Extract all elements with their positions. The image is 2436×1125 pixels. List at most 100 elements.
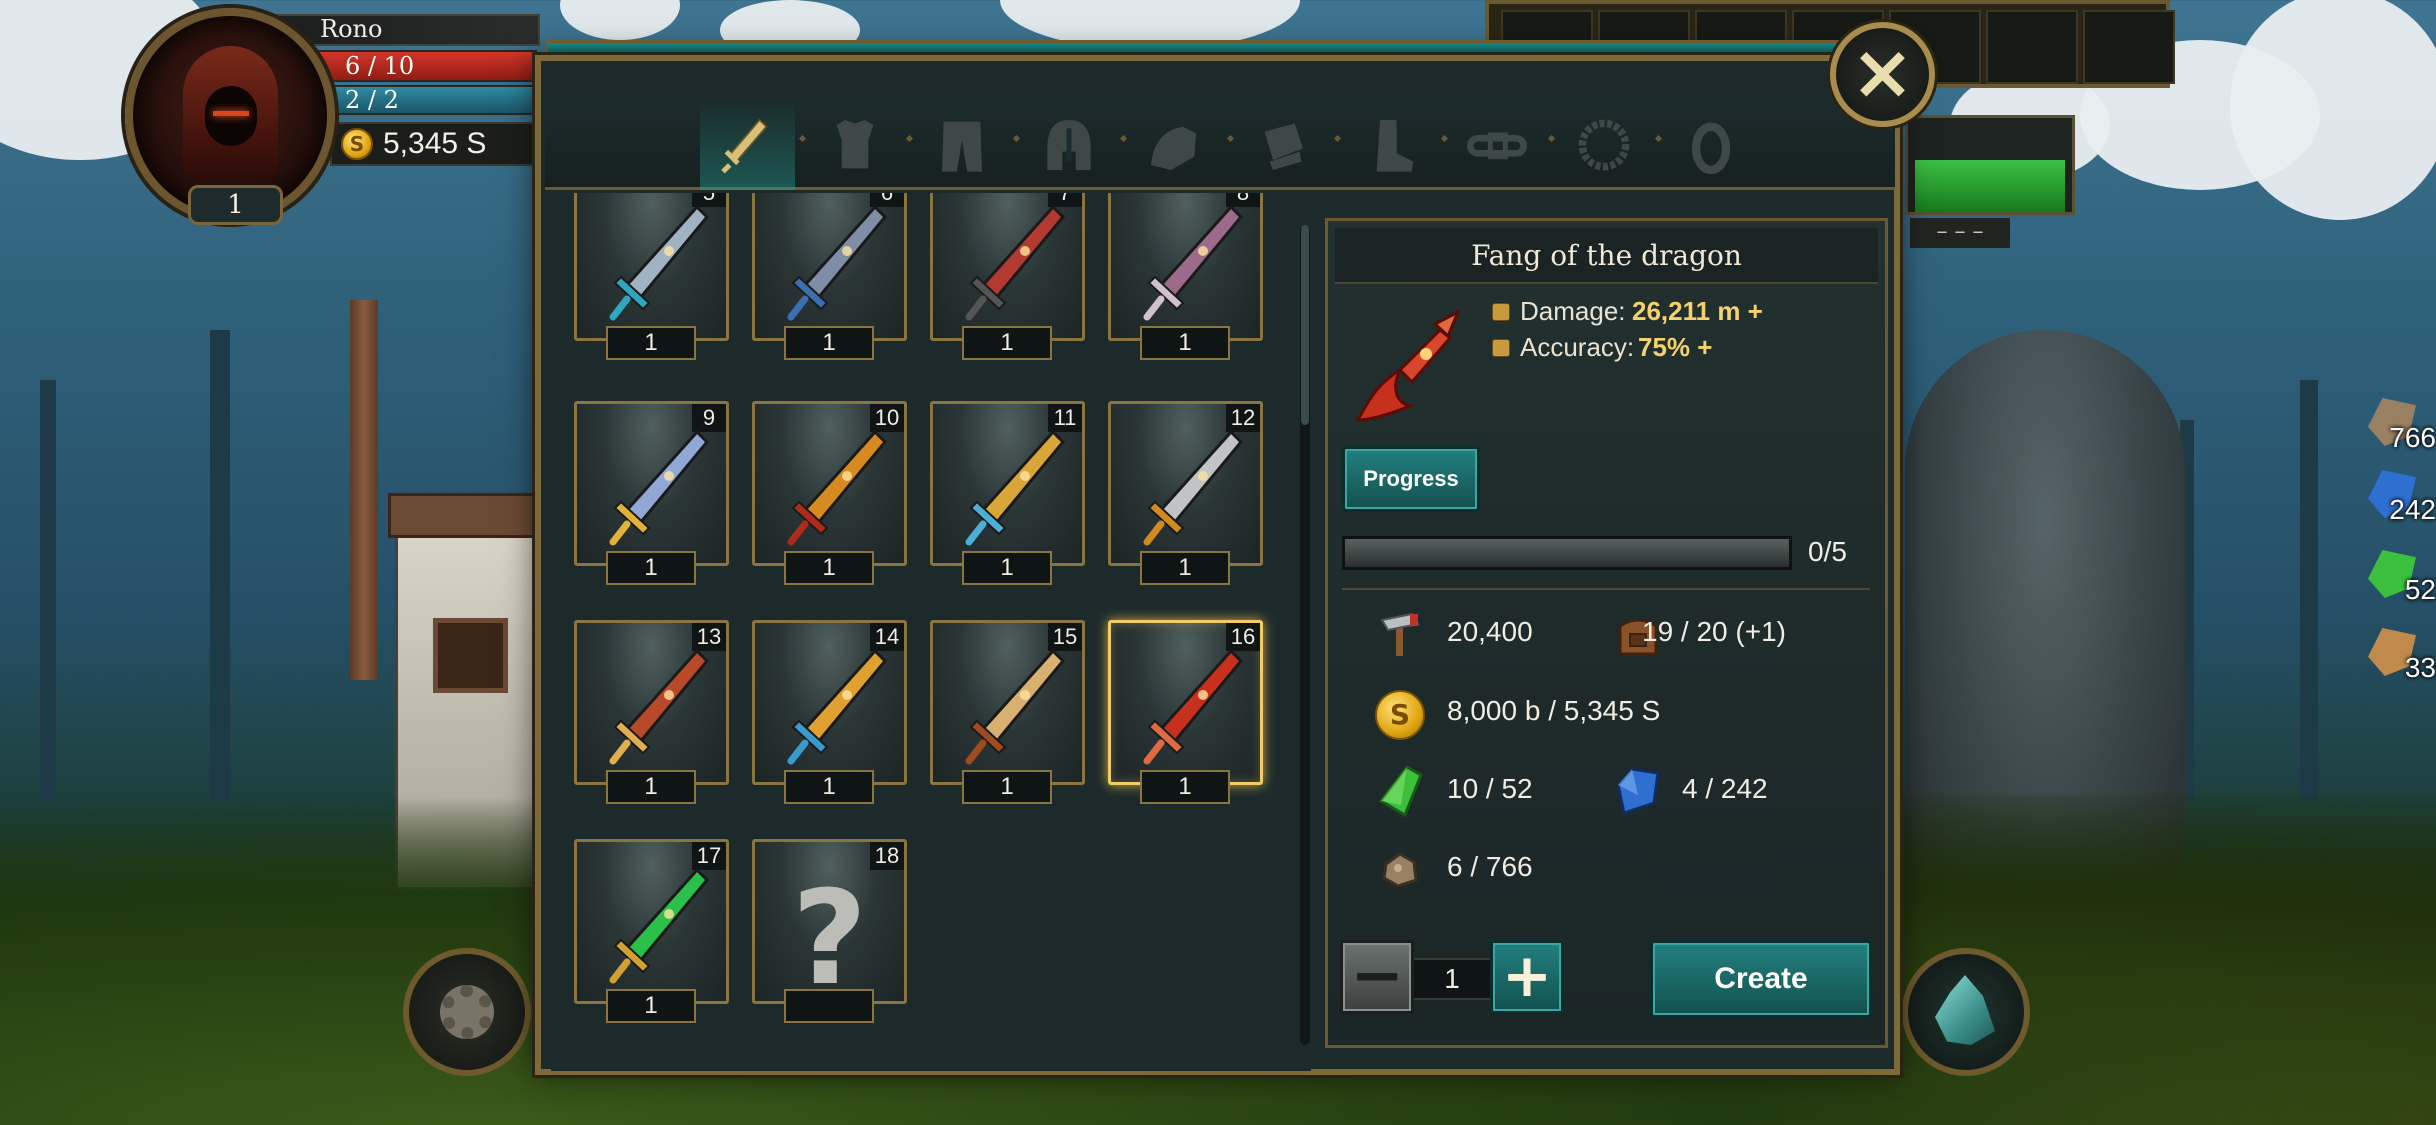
dead-tree bbox=[40, 380, 56, 800]
weapon-slot[interactable]: 9 bbox=[574, 401, 729, 566]
boot-icon bbox=[1376, 120, 1414, 172]
tab-pants[interactable] bbox=[914, 100, 1009, 190]
progress-button[interactable]: Progress bbox=[1342, 446, 1480, 512]
tab-separator bbox=[1440, 134, 1449, 143]
weapon-icon bbox=[1143, 648, 1244, 765]
cloud bbox=[2230, 0, 2436, 220]
scrollbar-thumb[interactable] bbox=[1301, 225, 1309, 425]
item-count: 1 bbox=[784, 551, 874, 585]
item-count: 1 bbox=[606, 989, 696, 1023]
chest-armor-icon bbox=[836, 120, 874, 169]
quantity-value[interactable]: 1 bbox=[1414, 958, 1490, 1000]
tab-shoulder-armor[interactable] bbox=[1128, 100, 1223, 190]
weapon-icon bbox=[787, 204, 888, 321]
belt-icon bbox=[1467, 132, 1527, 160]
status-dashes: – – – bbox=[1910, 218, 2010, 248]
weapon-icon bbox=[609, 648, 710, 765]
blue-crystal-icon bbox=[1616, 767, 1660, 815]
tab-sword[interactable] bbox=[700, 100, 795, 190]
weapon-slot[interactable]: 18? bbox=[752, 839, 907, 1014]
gold-coin-icon: S bbox=[1375, 690, 1425, 740]
weapon-slot[interactable]: 17 bbox=[574, 839, 729, 1004]
health-text: 6 / 10 bbox=[345, 52, 415, 80]
quantity-increase-button[interactable]: + bbox=[1490, 940, 1564, 1014]
damage-value: 26,211 m + bbox=[1632, 296, 1763, 326]
item-count: 1 bbox=[606, 770, 696, 804]
necklace-icon bbox=[1578, 119, 1630, 171]
tab-separator bbox=[1119, 134, 1128, 143]
progress-text: 0/5 bbox=[1808, 536, 1847, 567]
tab-separator bbox=[905, 134, 914, 143]
bag-requirement: 19 / 20 (+1) bbox=[1642, 616, 1786, 647]
item-count: 1 bbox=[606, 551, 696, 585]
tab-chest-armor[interactable] bbox=[807, 100, 902, 190]
quick-slot[interactable] bbox=[1986, 10, 2078, 84]
item-count: 1 bbox=[784, 326, 874, 360]
weapon-slot[interactable]: 11 bbox=[930, 401, 1085, 566]
green-crystal-requirement: 10 / 52 bbox=[1447, 773, 1533, 804]
tab-separator bbox=[798, 134, 807, 143]
weapon-slot[interactable]: 12 bbox=[1108, 401, 1263, 566]
weapon-slot[interactable]: 6 bbox=[752, 193, 907, 341]
tab-separator bbox=[1547, 134, 1556, 143]
tab-belt[interactable] bbox=[1449, 100, 1544, 190]
item-count: 1 bbox=[1140, 551, 1230, 585]
tab-separator bbox=[1226, 134, 1235, 143]
bracer-icon bbox=[1264, 123, 1303, 170]
quantity-decrease-button[interactable]: − bbox=[1340, 940, 1414, 1014]
equipment-tabs bbox=[545, 100, 1895, 190]
resource-counter: 52 bbox=[2368, 550, 2436, 608]
resource-value: 242 bbox=[2389, 494, 2436, 525]
create-button[interactable]: Create bbox=[1650, 940, 1872, 1018]
hammer-icon bbox=[1380, 612, 1420, 656]
item-count: 1 bbox=[784, 770, 874, 804]
dead-tree bbox=[210, 330, 230, 800]
weapon-slot[interactable]: 16 bbox=[1108, 620, 1263, 785]
player-name-bar bbox=[275, 14, 540, 46]
weapon-slot[interactable]: 7 bbox=[930, 193, 1085, 341]
weapon-icon bbox=[609, 204, 710, 321]
weapon-slot[interactable]: 10 bbox=[752, 401, 907, 566]
sword-icon bbox=[721, 118, 768, 174]
item-count bbox=[784, 989, 874, 1023]
divider bbox=[1342, 588, 1870, 590]
resource-value: 766 bbox=[2389, 422, 2436, 453]
ring-icon bbox=[1691, 122, 1731, 175]
gear-icon bbox=[440, 985, 494, 1039]
player-level-badge: 1 bbox=[188, 185, 283, 225]
shoulder-armor-icon bbox=[1151, 126, 1196, 170]
weapon-slot[interactable]: 5 bbox=[574, 193, 729, 341]
weapon-slot[interactable]: 14 bbox=[752, 620, 907, 785]
tab-boot[interactable] bbox=[1342, 100, 1437, 190]
damage-bullet-icon bbox=[1492, 303, 1510, 321]
tab-helmet[interactable] bbox=[1021, 100, 1116, 190]
item-grid: 516171819110111112113114115116117118? bbox=[551, 193, 1311, 1071]
tab-bracer[interactable] bbox=[1235, 100, 1330, 190]
tab-necklace[interactable] bbox=[1556, 100, 1651, 190]
enemy-health-bar bbox=[1915, 160, 2065, 212]
weapon-slot[interactable]: 8 bbox=[1108, 193, 1263, 341]
tab-ring[interactable] bbox=[1663, 100, 1758, 190]
quick-slot[interactable] bbox=[2083, 10, 2175, 84]
ore-requirement: 6 / 766 bbox=[1447, 851, 1533, 882]
accuracy-bullet-icon bbox=[1492, 339, 1510, 357]
chimney-pole bbox=[350, 300, 378, 680]
weapon-slot[interactable]: 15 bbox=[930, 620, 1085, 785]
weapon-icon bbox=[609, 429, 710, 546]
item-count: 1 bbox=[1140, 770, 1230, 804]
pants-icon bbox=[942, 121, 982, 172]
resource-value: 33 bbox=[2404, 652, 2436, 683]
gold-coin-icon: S bbox=[341, 128, 373, 160]
blue-crystal-requirement: 4 / 242 bbox=[1682, 773, 1768, 804]
item-count: 1 bbox=[962, 326, 1052, 360]
resource-counter: 33 bbox=[2368, 628, 2436, 686]
item-count: 1 bbox=[1140, 326, 1230, 360]
damage-label: Damage: bbox=[1520, 296, 1626, 326]
tab-separator bbox=[1654, 134, 1663, 143]
resource-counter: 766 bbox=[2368, 398, 2436, 456]
weapon-slot[interactable]: 13 bbox=[574, 620, 729, 785]
close-icon[interactable]: × bbox=[1830, 22, 1935, 127]
weapon-icon bbox=[787, 429, 888, 546]
item-count: 1 bbox=[962, 770, 1052, 804]
item-title: Fang of the dragon bbox=[1471, 239, 1742, 272]
